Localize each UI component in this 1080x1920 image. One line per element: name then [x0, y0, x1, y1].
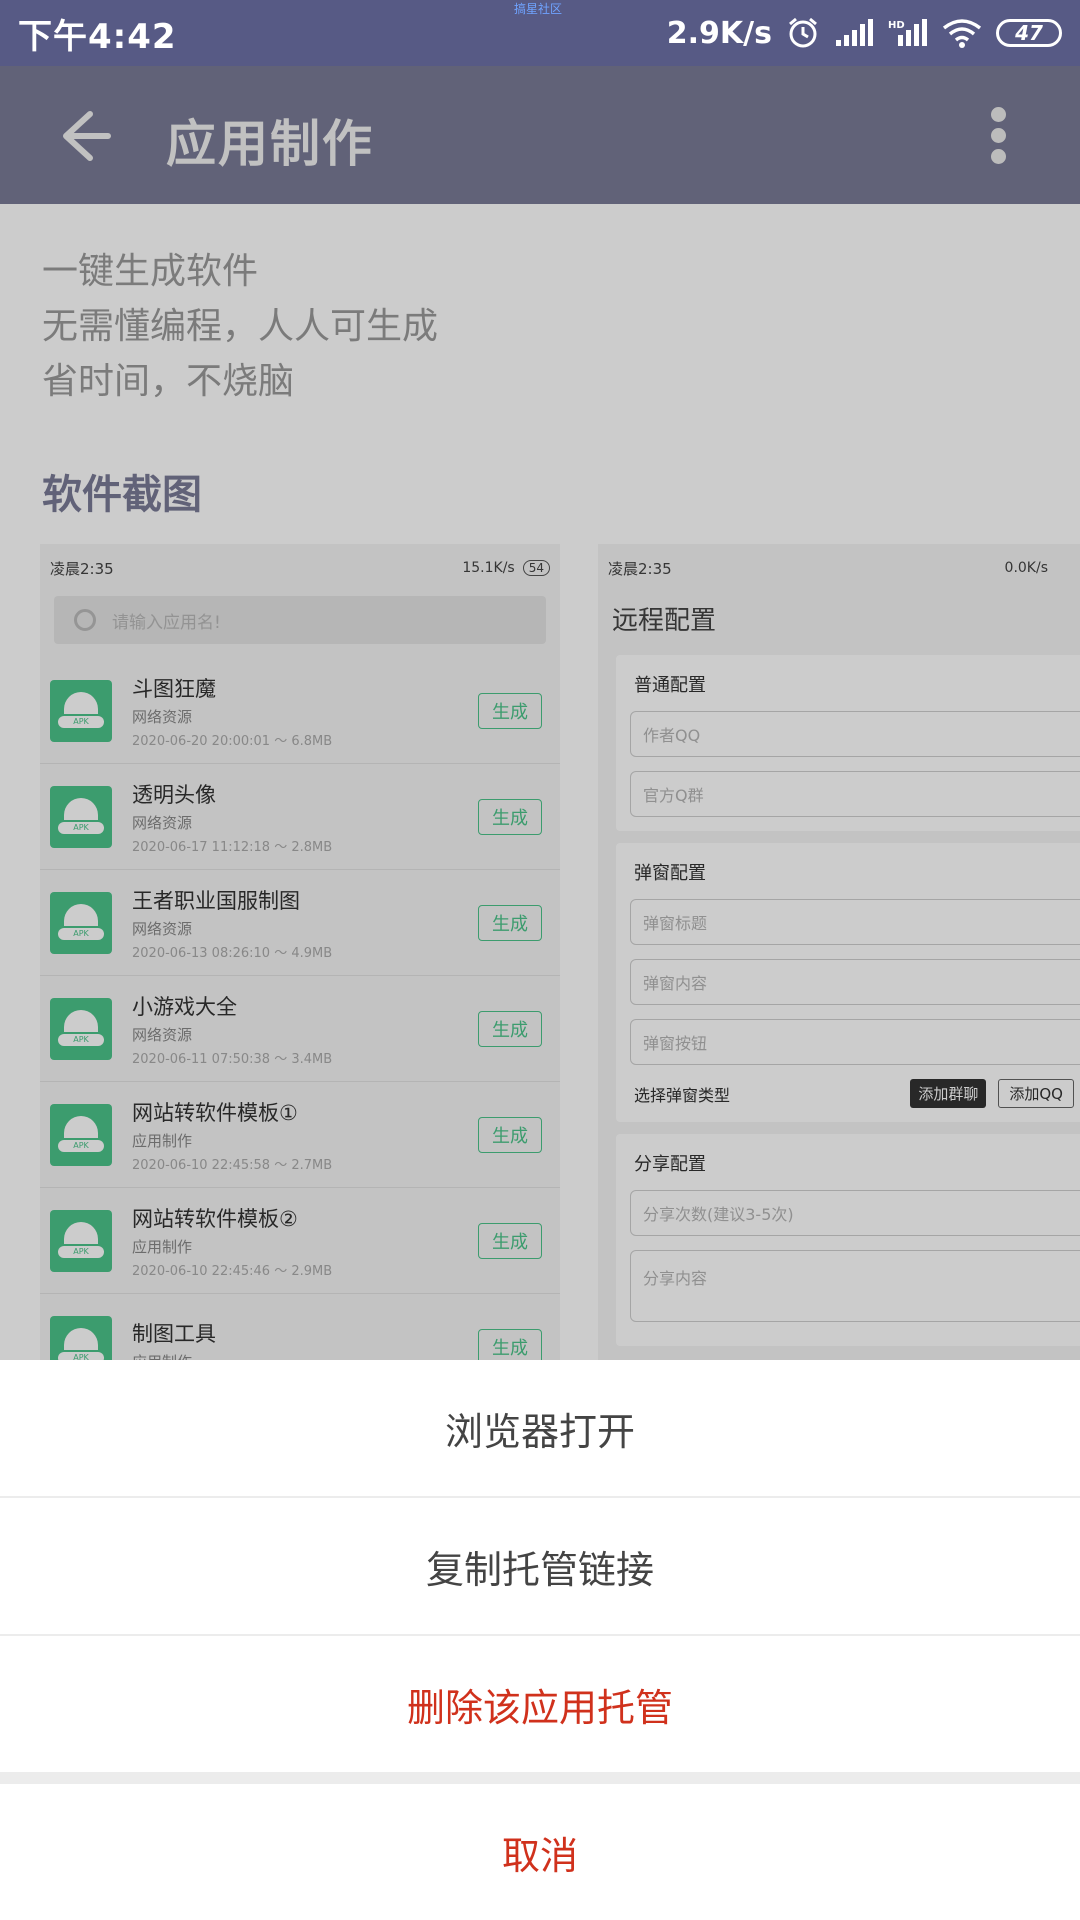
wifi-icon [942, 19, 982, 48]
cancel-button[interactable]: 取消 [0, 1784, 1080, 1920]
network-speed: 2.9K/s [666, 15, 772, 51]
signal-icon [836, 19, 873, 46]
dim-overlay[interactable] [0, 66, 1080, 1360]
delete-hosting-button[interactable]: 删除该应用托管 [0, 1636, 1080, 1772]
alarm-icon [789, 17, 817, 48]
status-indicators: 2.9K/s HD 47 [667, 16, 1062, 51]
hd-signal-icon: HD [888, 19, 927, 46]
svg-text:HD: HD [888, 20, 905, 31]
status-carrier-text: 搞星社区 [514, 2, 563, 16]
open-in-browser-button[interactable]: 浏览器打开 [0, 1360, 1080, 1496]
action-sheet: 浏览器打开 复制托管链接 删除该应用托管 取消 [0, 1360, 1080, 1920]
status-time: 下午4:42 [18, 16, 177, 57]
status-bar: 下午4:42 搞星社区 2.9K/s HD 47 [0, 0, 1080, 66]
battery-indicator: 47 [996, 19, 1062, 47]
copy-hosting-link-button[interactable]: 复制托管链接 [0, 1498, 1080, 1634]
